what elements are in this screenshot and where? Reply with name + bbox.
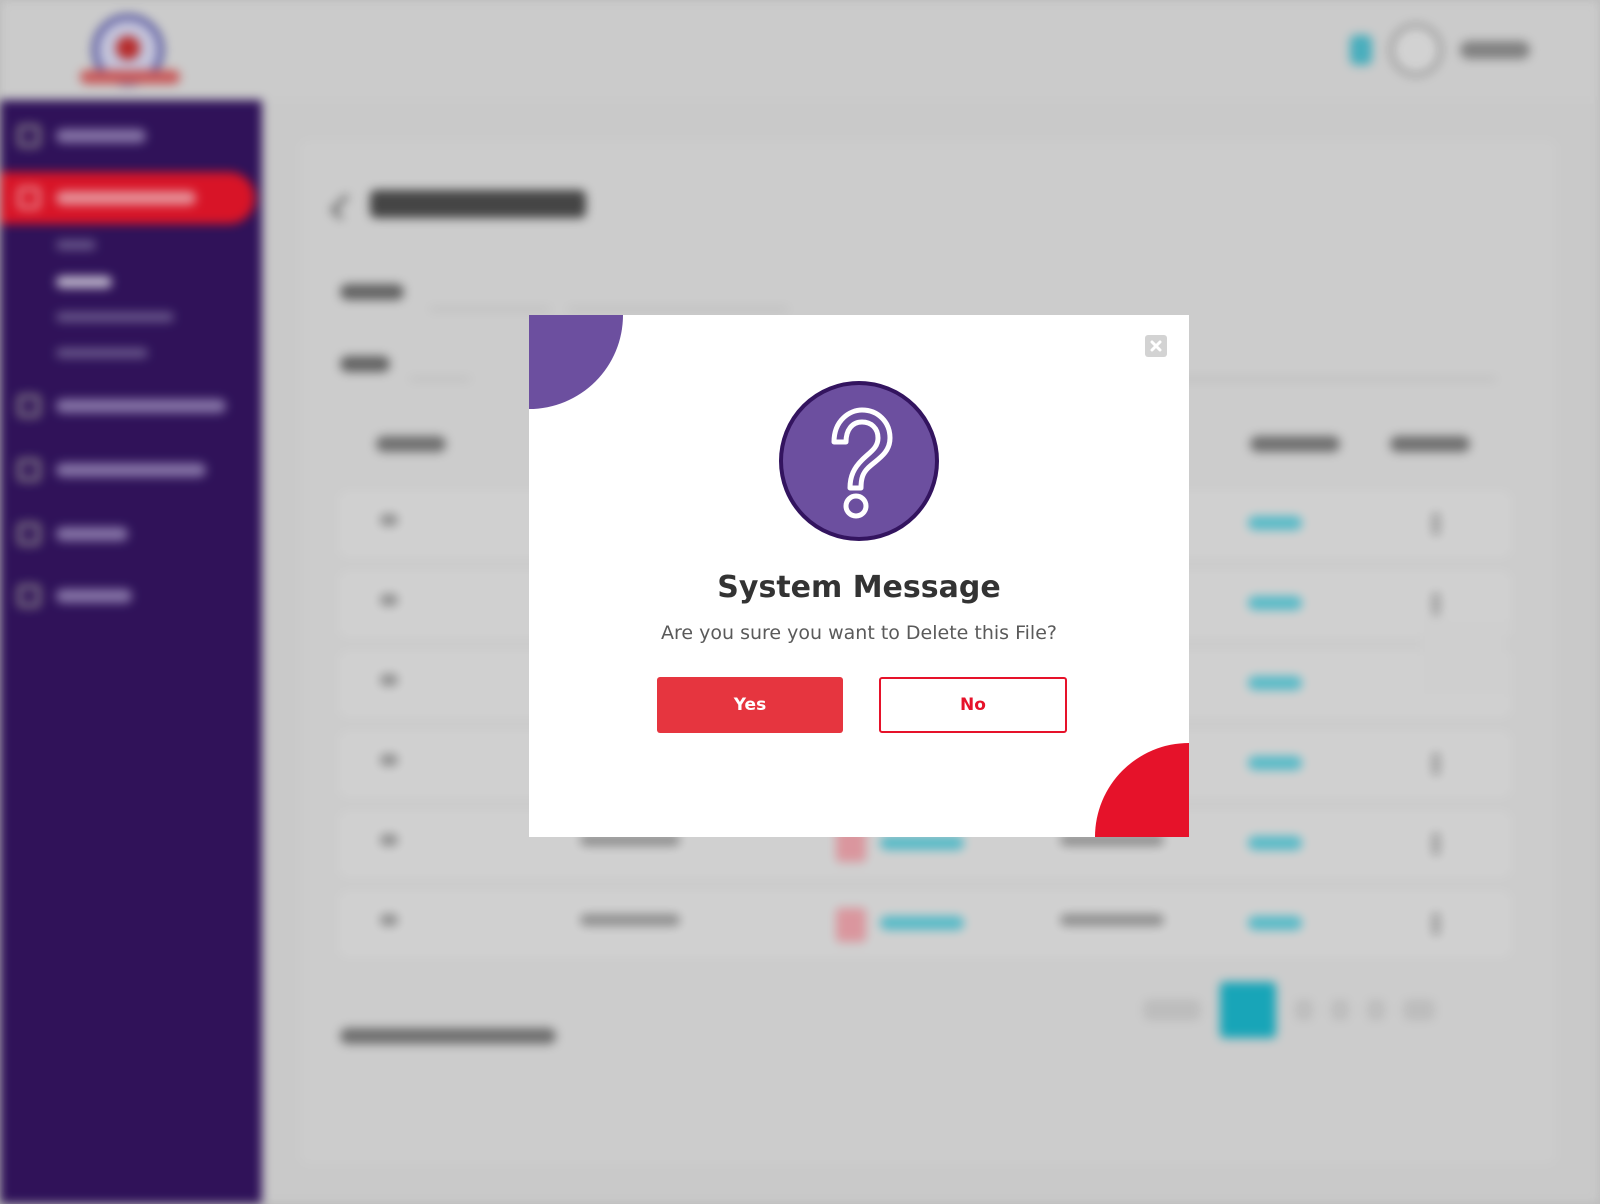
- no-button[interactable]: No: [879, 677, 1067, 733]
- decorative-corner-red: [1095, 743, 1189, 837]
- dialog-message: Are you sure you want to Delete this Fil…: [661, 622, 1057, 644]
- close-icon[interactable]: [1145, 335, 1167, 357]
- yes-button[interactable]: Yes: [657, 677, 843, 733]
- confirm-delete-dialog: System Message Are you sure you want to …: [529, 315, 1189, 837]
- decorative-corner-purple: [529, 315, 623, 409]
- question-circle-icon: [779, 381, 939, 541]
- dialog-title: System Message: [717, 570, 1001, 605]
